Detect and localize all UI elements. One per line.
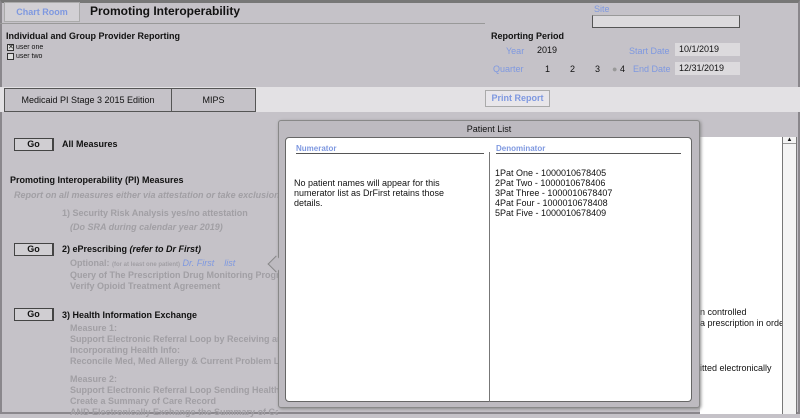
patient-list-content: Numerator No patient names will appear f… [285, 137, 692, 402]
user-one-checkbox[interactable]: ✕ user one [7, 44, 43, 51]
measure-2-lines: Query of The Prescription Drug Monitorin… [70, 270, 278, 291]
patient-row[interactable]: 5Pat Five - 1000010678409 [495, 208, 612, 218]
patient-row[interactable]: 3Pat Three - 1000010678407 [495, 188, 612, 198]
quarter-radio-1[interactable]: ● 1 [537, 64, 562, 74]
chart-room-button[interactable]: Chart Room [4, 2, 80, 22]
end-date-label: End Date [633, 64, 671, 74]
quarter-radio-2[interactable]: ● 2 [562, 64, 587, 74]
numerator-text: No patient names will appear for this nu… [294, 178, 445, 208]
denominator-header: Denominator [496, 144, 681, 154]
quarter-radio-3[interactable]: ● 3 [587, 64, 612, 74]
checkbox-empty-icon [7, 53, 14, 60]
start-date-field[interactable]: 10/1/2019 [675, 43, 740, 56]
report-note: Report on all measures either via attest… [14, 190, 280, 200]
go-all-measures-button[interactable]: Go [14, 138, 54, 151]
patient-row[interactable]: 1Pat One - 1000010678405 [495, 168, 612, 178]
dr-first-link[interactable]: Dr. First [183, 258, 215, 268]
scrollbar[interactable]: ▲ [782, 137, 797, 414]
tab-mips[interactable]: MIPS [171, 88, 256, 112]
list-link[interactable]: list [224, 258, 235, 268]
right-text: a prescription in order [700, 318, 788, 328]
measure-2-ref: (refer to Dr First) [129, 244, 202, 254]
quarter-radio-group: ● 1 ● 2 ● 3 ● 4 [537, 64, 632, 74]
year-label: Year [506, 46, 525, 56]
measure-2: 2) ePrescribing (refer to Dr First) [62, 244, 201, 254]
end-date-field[interactable]: 12/31/2019 [675, 62, 740, 75]
year-value[interactable]: 2019 [537, 45, 557, 55]
right-text: n controlled [700, 307, 747, 317]
site-field[interactable] [592, 15, 740, 28]
divider [0, 23, 485, 24]
site-label: Site [594, 4, 610, 14]
tab-medicaid[interactable]: Medicaid PI Stage 3 2015 Edition [4, 88, 172, 112]
start-date-label: Start Date [629, 46, 670, 56]
patient-row[interactable]: 2Pat Two - 1000010678406 [495, 178, 612, 188]
column-divider [489, 152, 490, 402]
checkbox-label: user one [16, 44, 44, 51]
checkbox-checked-icon: ✕ [7, 44, 14, 51]
scroll-up-icon[interactable]: ▲ [783, 137, 796, 144]
patient-row[interactable]: 4Pat Four - 1000010678408 [495, 198, 612, 208]
go-eprescribing-button[interactable]: Go [14, 243, 54, 256]
measure-1-note: (Do SRA during calendar year 2019) [70, 222, 223, 232]
measure-1: 1) Security Risk Analysis yes/no attesta… [62, 208, 248, 218]
provider-heading: Individual and Group Provider Reporting [6, 31, 181, 41]
denominator-list: 1Pat One - 1000010678405 2Pat Two - 1000… [495, 168, 612, 218]
quarter-label: Quarter [493, 64, 524, 74]
right-text: itted electronically [700, 363, 772, 373]
right-content-pane: n controlled a prescription in order itt… [700, 137, 787, 414]
reporting-period-heading: Reporting Period [491, 31, 565, 41]
pi-measures-heading: Promoting Interoperability (PI) Measures [10, 175, 184, 185]
go-hie-button[interactable]: Go [14, 308, 54, 321]
measure-3-part-1: Measure 1: Support Electronic Referral Lo… [70, 323, 278, 366]
popup-title: Patient List [466, 124, 512, 134]
measure-3: 3) Health Information Exchange [62, 310, 198, 320]
all-measures-label: All Measures [62, 139, 118, 149]
measure-2-label: 2) ePrescribing [62, 244, 128, 254]
user-two-checkbox[interactable]: user two [7, 53, 42, 60]
measure-3-part-2: Measure 2: Support Electronic Referral Lo… [70, 374, 278, 417]
measure-2-optional: Optional: (for at least one patient) Dr.… [70, 258, 236, 268]
quarter-radio-4[interactable]: ● 4 [612, 64, 632, 74]
numerator-header: Numerator [296, 144, 484, 154]
page-title: Promoting Interoperability [90, 4, 241, 18]
checkbox-label: user two [16, 53, 43, 60]
print-report-button[interactable]: Print Report [485, 90, 550, 107]
